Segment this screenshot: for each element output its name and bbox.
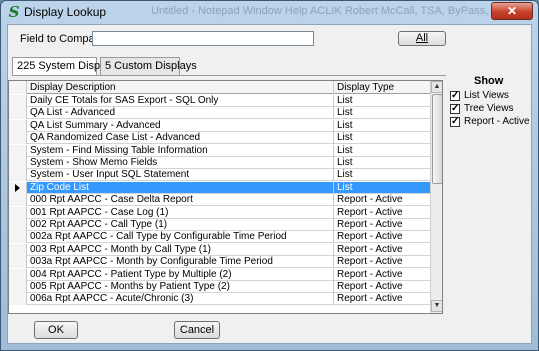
row-indicator[interactable] (9, 268, 27, 281)
table-row[interactable]: QA List Summary - Advanced List (9, 119, 430, 132)
current-row-pointer-icon[interactable] (9, 181, 27, 194)
display-type-cell[interactable]: List (334, 182, 430, 194)
display-type-cell[interactable]: List (334, 120, 430, 132)
list-views-checkbox[interactable] (450, 90, 460, 102)
row-indicator[interactable] (9, 132, 27, 145)
grid-header-row: Display Description Display Type (9, 81, 430, 94)
table-row[interactable]: 001 Rpt AAPCC - Case Log (1) Report - Act… (9, 206, 430, 219)
title-bar[interactable]: S Display Lookup Untitled - Notepad Wind… (1, 1, 538, 23)
row-indicator[interactable] (9, 219, 27, 231)
report-active-checkbox[interactable] (450, 116, 460, 128)
display-description-cell[interactable]: 002a Rpt AAPCC - Call Type by Configurab… (27, 231, 334, 244)
display-type-cell[interactable]: List (334, 169, 430, 181)
row-indicator[interactable] (9, 281, 27, 293)
row-indicator[interactable] (9, 194, 27, 207)
row-indicator[interactable] (9, 144, 27, 157)
tree-views-label: Tree Views (464, 103, 514, 114)
report-active-label: Report - Active (464, 116, 530, 127)
background-window-title: Untitled - Notepad Window Help ACLIK Rob… (151, 5, 513, 17)
row-indicator-header (9, 81, 27, 94)
display-description-cell[interactable]: System - Show Memo Fields (27, 157, 334, 169)
table-row[interactable]: 006a Rpt AAPCC - Acute/Chronic (3) Report… (9, 293, 430, 306)
display-description-cell[interactable]: 002 Rpt AAPCC - Call Type (1) (27, 219, 334, 231)
row-indicator[interactable] (9, 169, 27, 182)
display-description-cell[interactable]: System - Find Missing Table Information (27, 144, 334, 157)
display-description-cell[interactable]: 003a Rpt AAPCC - Month by Configurable T… (27, 256, 334, 269)
row-indicator[interactable] (9, 119, 27, 132)
display-type-cell[interactable]: List (334, 157, 430, 169)
vertical-scrollbar[interactable]: ▲ ▼ (430, 81, 442, 313)
display-description-cell[interactable]: System - User Input SQL Statement (27, 169, 334, 182)
row-indicator[interactable] (9, 293, 27, 306)
scrollbar-thumb[interactable] (432, 94, 442, 184)
tab-divider (12, 75, 446, 76)
display-type-cell[interactable]: Report - Active (334, 194, 430, 206)
table-row[interactable]: QA List - Advanced List (9, 107, 430, 120)
scroll-down-arrow-icon[interactable]: ▼ (431, 300, 442, 312)
table-row[interactable]: 005 Rpt AAPCC - Months by Patient Type (… (9, 281, 430, 293)
table-row[interactable]: 002a Rpt AAPCC - Call Type by Configurab… (9, 231, 430, 244)
dialog-body: Field to Compare: All 225 System Display… (7, 24, 532, 344)
display-description-cell[interactable]: 000 Rpt AAPCC - Case Delta Report (27, 194, 334, 207)
display-type-cell[interactable]: Report - Active (334, 281, 430, 293)
display-type-cell[interactable]: List (334, 132, 430, 144)
row-indicator[interactable] (9, 95, 27, 107)
tab-system-displays[interactable]: 225 System Displays (12, 57, 120, 76)
field-to-compare-input[interactable] (92, 31, 314, 46)
display-description-cell[interactable]: Zip Code List (27, 181, 334, 194)
table-row[interactable]: 003 Rpt AAPCC - Month by Call Type (1) Re… (9, 243, 430, 256)
display-type-cell[interactable]: Report - Active (334, 293, 430, 305)
display-description-cell[interactable]: 001 Rpt AAPCC - Case Log (1) (27, 206, 334, 219)
display-type-cell[interactable]: Report - Active (334, 219, 430, 231)
scroll-up-arrow-icon[interactable]: ▲ (431, 81, 442, 93)
row-indicator[interactable] (9, 243, 27, 256)
display-type-cell[interactable]: Report - Active (334, 269, 430, 281)
display-type-cell[interactable]: Report - Active (334, 231, 430, 243)
table-row[interactable]: System - Show Memo Fields List (9, 157, 430, 169)
tree-views-checkbox[interactable] (450, 103, 460, 115)
display-lookup-window: S Display Lookup Untitled - Notepad Wind… (0, 0, 539, 351)
display-description-cell[interactable]: QA List Summary - Advanced (27, 119, 334, 132)
close-button[interactable]: ✕ (491, 2, 533, 20)
tab-custom-displays[interactable]: 5 Custom Displays (100, 57, 197, 75)
table-row[interactable]: Daily CE Totals for SAS Export - SQL Onl… (9, 95, 430, 107)
table-row[interactable]: QA Randomized Case List - Advanced List (9, 132, 430, 145)
column-header-type[interactable]: Display Type (334, 81, 430, 94)
display-description-cell[interactable]: 004 Rpt AAPCC - Patient Type by Multiple… (27, 268, 334, 281)
display-description-cell[interactable]: Daily CE Totals for SAS Export - SQL Onl… (27, 95, 334, 107)
app-logo-icon: S (8, 3, 20, 21)
table-row[interactable]: 004 Rpt AAPCC - Patient Type by Multiple… (9, 268, 430, 281)
show-title: Show (474, 75, 504, 87)
table-row[interactable]: 002 Rpt AAPCC - Call Type (1) Report - Ac… (9, 219, 430, 231)
display-description-cell[interactable]: 005 Rpt AAPCC - Months by Patient Type (… (27, 281, 334, 293)
row-indicator[interactable] (9, 206, 27, 219)
display-description-cell[interactable]: QA List - Advanced (27, 107, 334, 120)
list-views-label: List Views (464, 90, 509, 101)
display-description-cell[interactable]: 003 Rpt AAPCC - Month by Call Type (1) (27, 243, 334, 256)
table-row[interactable]: 003a Rpt AAPCC - Month by Configurable T… (9, 256, 430, 269)
display-type-cell[interactable]: List (334, 95, 430, 107)
display-type-cell[interactable]: List (334, 145, 430, 157)
display-description-cell[interactable]: 006a Rpt AAPCC - Acute/Chronic (3) (27, 293, 334, 306)
row-indicator[interactable] (9, 256, 27, 269)
row-indicator[interactable] (9, 231, 27, 244)
display-type-cell[interactable]: Report - Active (334, 256, 430, 268)
display-description-cell[interactable]: QA Randomized Case List - Advanced (27, 132, 334, 145)
display-type-cell[interactable]: Report - Active (334, 207, 430, 219)
row-indicator[interactable] (9, 107, 27, 120)
column-header-description[interactable]: Display Description (27, 81, 334, 94)
row-indicator[interactable] (9, 157, 27, 169)
table-row[interactable]: Zip Code List List (9, 181, 430, 194)
display-type-cell[interactable]: Report - Active (334, 244, 430, 256)
row-pointer-icon (15, 183, 20, 192)
table-row[interactable]: System - User Input SQL Statement List (9, 169, 430, 182)
displays-grid[interactable]: Display Description Display Type Daily C… (8, 80, 443, 314)
cancel-button[interactable]: Cancel (174, 321, 220, 339)
all-button[interactable]: All (398, 31, 446, 46)
ok-button[interactable]: OK (34, 321, 78, 339)
table-row[interactable]: System - Find Missing Table Information L… (9, 144, 430, 157)
table-row[interactable]: 000 Rpt AAPCC - Case Delta Report Report … (9, 194, 430, 207)
window-title: Display Lookup (24, 5, 107, 19)
display-type-cell[interactable]: List (334, 107, 430, 119)
